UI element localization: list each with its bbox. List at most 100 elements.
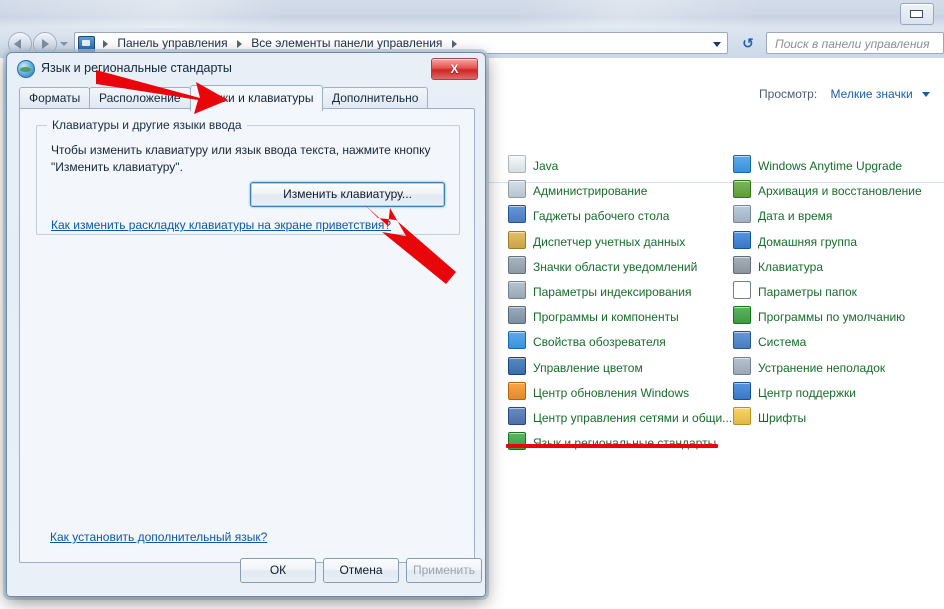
control-panel-item-label: Параметры индексирования [533,285,692,299]
region-language-icon [17,60,35,78]
control-panel-item-label: Программы и компоненты [533,310,679,325]
control-panel-item-label: Домашняя группа [758,234,858,249]
recent-pages-chevron-down-icon[interactable] [60,42,68,46]
breadcrumb-item-all-items[interactable]: Все элементы панели управления [251,36,442,50]
control-panel-item-label: Центр управления сетями и общи... [533,411,733,425]
forward-arrow-icon [42,39,49,49]
control-panel-item[interactable]: Архивация и восстановление [733,180,922,202]
breadcrumb: Панель управления Все элементы панели уп… [97,33,463,53]
homegroup-icon [733,230,751,249]
cancel-button[interactable]: Отмена [323,558,399,583]
default-programs-icon [733,306,751,325]
control-panel-item-label: Архивация и восстановление [758,184,922,199]
indexing-options-icon [508,281,526,299]
control-panel-item[interactable]: Центр поддержки [733,381,856,404]
control-panel-item[interactable]: Клавиатура [733,255,823,278]
control-panel-item-label: Свойства обозревателя [533,335,666,350]
control-panel-item[interactable]: Центр обновления Windows [508,381,690,404]
group-box-legend: Клавиатуры и другие языки ввода [47,118,247,132]
window-title-bar [0,0,944,28]
control-panel-item[interactable]: Свойства обозревателя [508,331,666,353]
breadcrumb-separator-icon [236,39,242,48]
control-panel-item[interactable]: Дата и время [733,205,832,227]
notification-area-icon [508,255,526,274]
search-input[interactable]: Поиск в панели управления [766,32,944,54]
control-panel-item[interactable]: Диспетчер учетных данных [508,230,686,253]
control-panel-item[interactable]: Значки области уведомлений [508,255,698,278]
network-sharing-center-icon [508,407,526,425]
windows-update-icon [508,381,526,400]
control-panel-item-label: Центр поддержки [758,385,856,400]
credential-manager-icon [508,230,526,249]
anytime-upgrade-icon [733,155,751,173]
troubleshooting-icon [733,356,751,375]
control-panel-item-label: Гаджеты рабочего стола [533,209,670,224]
date-time-icon [733,205,751,224]
address-bar[interactable]: Панель управления Все элементы панели уп… [74,32,728,54]
control-panel-item[interactable]: Гаджеты рабочего стола [508,205,669,227]
control-panel-item[interactable]: Домашняя группа [733,230,858,253]
control-panel-item-label: Windows Anytime Upgrade [758,159,903,173]
change-layout-welcome-screen-link[interactable]: Как изменить раскладку клавиатуры на экр… [51,218,391,232]
desktop-gadgets-icon [508,205,526,224]
control-panel-item[interactable]: Центр управления сетями и общи... [508,407,732,429]
control-panel-item-label: Шрифты [758,411,807,425]
tab-3[interactable]: Языки и клавиатуры [190,85,324,111]
search-placeholder: Поиск в панели управления [775,37,930,51]
restore-button[interactable] [900,3,934,25]
tab-4[interactable]: Дополнительно [322,87,429,109]
internet-options-icon [508,331,526,350]
dialog-tab-strip: Форматы Расположение Языки и клавиатуры Доп… [19,85,475,111]
change-keyboard-button[interactable]: Изменить клавиатуру... [250,182,445,207]
control-panel-item[interactable]: Система [733,331,806,353]
control-panel-item[interactable]: Устранение неполадок [733,356,886,379]
control-panel-item-label: Администрирование [533,184,648,199]
control-panel-item-label: Программы по умолчанию [758,310,906,325]
control-panel-item[interactable]: Управление цветом [508,356,643,379]
close-button[interactable]: X [431,58,478,80]
apply-button: Применить [406,558,482,583]
back-arrow-icon [14,39,21,49]
refresh-icon[interactable]: ↺ [738,33,758,53]
control-panel-item[interactable]: Java [508,155,558,177]
backup-restore-icon [733,180,751,199]
ok-button[interactable]: ОК [240,558,316,583]
control-panel-item[interactable]: Шрифты [733,407,806,429]
control-panel-item[interactable]: Программы по умолчанию [733,306,905,328]
dialog-tab-panel: Клавиатуры и другие языки ввода Чтобы из… [19,108,475,563]
dialog-title-bar: Язык и региональные стандарты X [7,53,485,83]
underline-under-region-language-item [506,444,718,448]
control-panel-item-label: Java [533,159,559,173]
color-management-icon [508,356,526,375]
tab-2[interactable]: Расположение [89,87,191,109]
control-panel-icon [78,36,95,53]
control-panel-item-label: Устранение неполадок [758,360,886,375]
control-panel-item-label: Значки области уведомлений [533,259,698,274]
control-panel-item[interactable]: Windows Anytime Upgrade [733,155,902,177]
action-center-icon [733,381,751,400]
control-panel-item-label: Управление цветом [533,360,643,375]
system-icon [733,331,751,350]
fonts-icon [733,407,751,425]
keyboards-group-box: Клавиатуры и другие языки ввода Чтобы из… [36,118,460,235]
dialog-footer: ОК Отмена Применить [7,558,487,584]
control-panel-item[interactable]: Администрирование [508,180,647,202]
admin-tools-icon [508,180,526,199]
breadcrumb-separator-icon [103,39,108,48]
region-language-dialog: Язык и региональные стандарты X Форматы Р… [6,52,486,597]
tab-1[interactable]: Форматы [19,87,91,109]
java-icon [508,155,526,173]
install-additional-language-link[interactable]: Как установить дополнительный язык? [50,530,267,544]
control-panel-item[interactable]: Параметры индексирования [508,281,691,303]
control-panel-item[interactable]: Параметры папок [733,281,857,303]
breadcrumb-item-control-panel[interactable]: Панель управления [117,36,227,50]
control-panel-item-label: Параметры папок [758,285,857,299]
dialog-title: Язык и региональные стандарты [41,61,232,75]
control-panel-item-label: Диспетчер учетных данных [533,234,686,249]
breadcrumb-separator-icon [451,39,457,48]
control-panel-item-label: Система [758,335,807,350]
group-box-description: Чтобы изменить клавиатуру или язык ввода… [51,143,431,174]
control-panel-item[interactable]: Программы и компоненты [508,306,679,328]
control-panel-item-label: Центр обновления Windows [533,385,690,400]
address-dropdown-chevron-down-icon[interactable] [709,36,725,51]
